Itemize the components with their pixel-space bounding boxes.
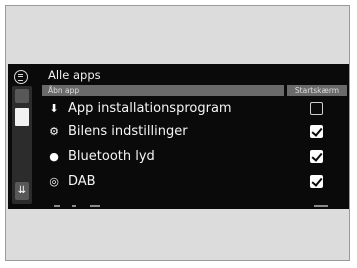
car-settings-icon: ⚙ (49, 125, 59, 138)
column-header-open-app: Åbn app (42, 85, 284, 96)
list-item-car-settings[interactable]: ⚙ Bilens indstillinger (42, 121, 347, 143)
list-item-app-installer[interactable]: ⬇ App installationsprogram (42, 98, 347, 120)
list-item-bluetooth-audio[interactable]: ● Bluetooth lyd (42, 146, 347, 168)
bluetooth-icon: ● (49, 150, 59, 163)
chevron-down-icon: ⇊ (17, 185, 27, 196)
home-screen-checkbox[interactable] (310, 175, 323, 188)
app-label: Bluetooth lyd (68, 149, 155, 164)
menu-icon[interactable] (14, 70, 28, 84)
app-installer-icon: ⬇ (49, 102, 59, 115)
column-header-home-screen: Startskærm (287, 85, 347, 96)
scroll-down-button[interactable]: ⇊ (15, 182, 29, 200)
scroll-track[interactable]: ⇊ (12, 86, 32, 204)
scroll-thumb[interactable] (15, 108, 29, 126)
home-screen-checkbox[interactable] (310, 150, 323, 163)
app-label: App installationsprogram (68, 101, 232, 116)
scroll-up-button[interactable] (15, 89, 29, 103)
list-item-partial (42, 203, 347, 209)
list-item-dab[interactable]: ◎ DAB (42, 171, 347, 193)
app-label: DAB (68, 174, 96, 189)
page-title: Alle apps (48, 68, 101, 82)
dab-radio-icon: ◎ (49, 175, 59, 188)
side-panel: ⇊ (8, 64, 36, 209)
home-screen-checkbox[interactable] (310, 102, 323, 115)
app-label: Bilens indstillinger (68, 124, 188, 139)
home-screen-checkbox[interactable] (310, 125, 323, 138)
infotainment-screen: ⇊ Alle apps Åbn app Startskærm ⬇ App ins… (8, 64, 349, 209)
